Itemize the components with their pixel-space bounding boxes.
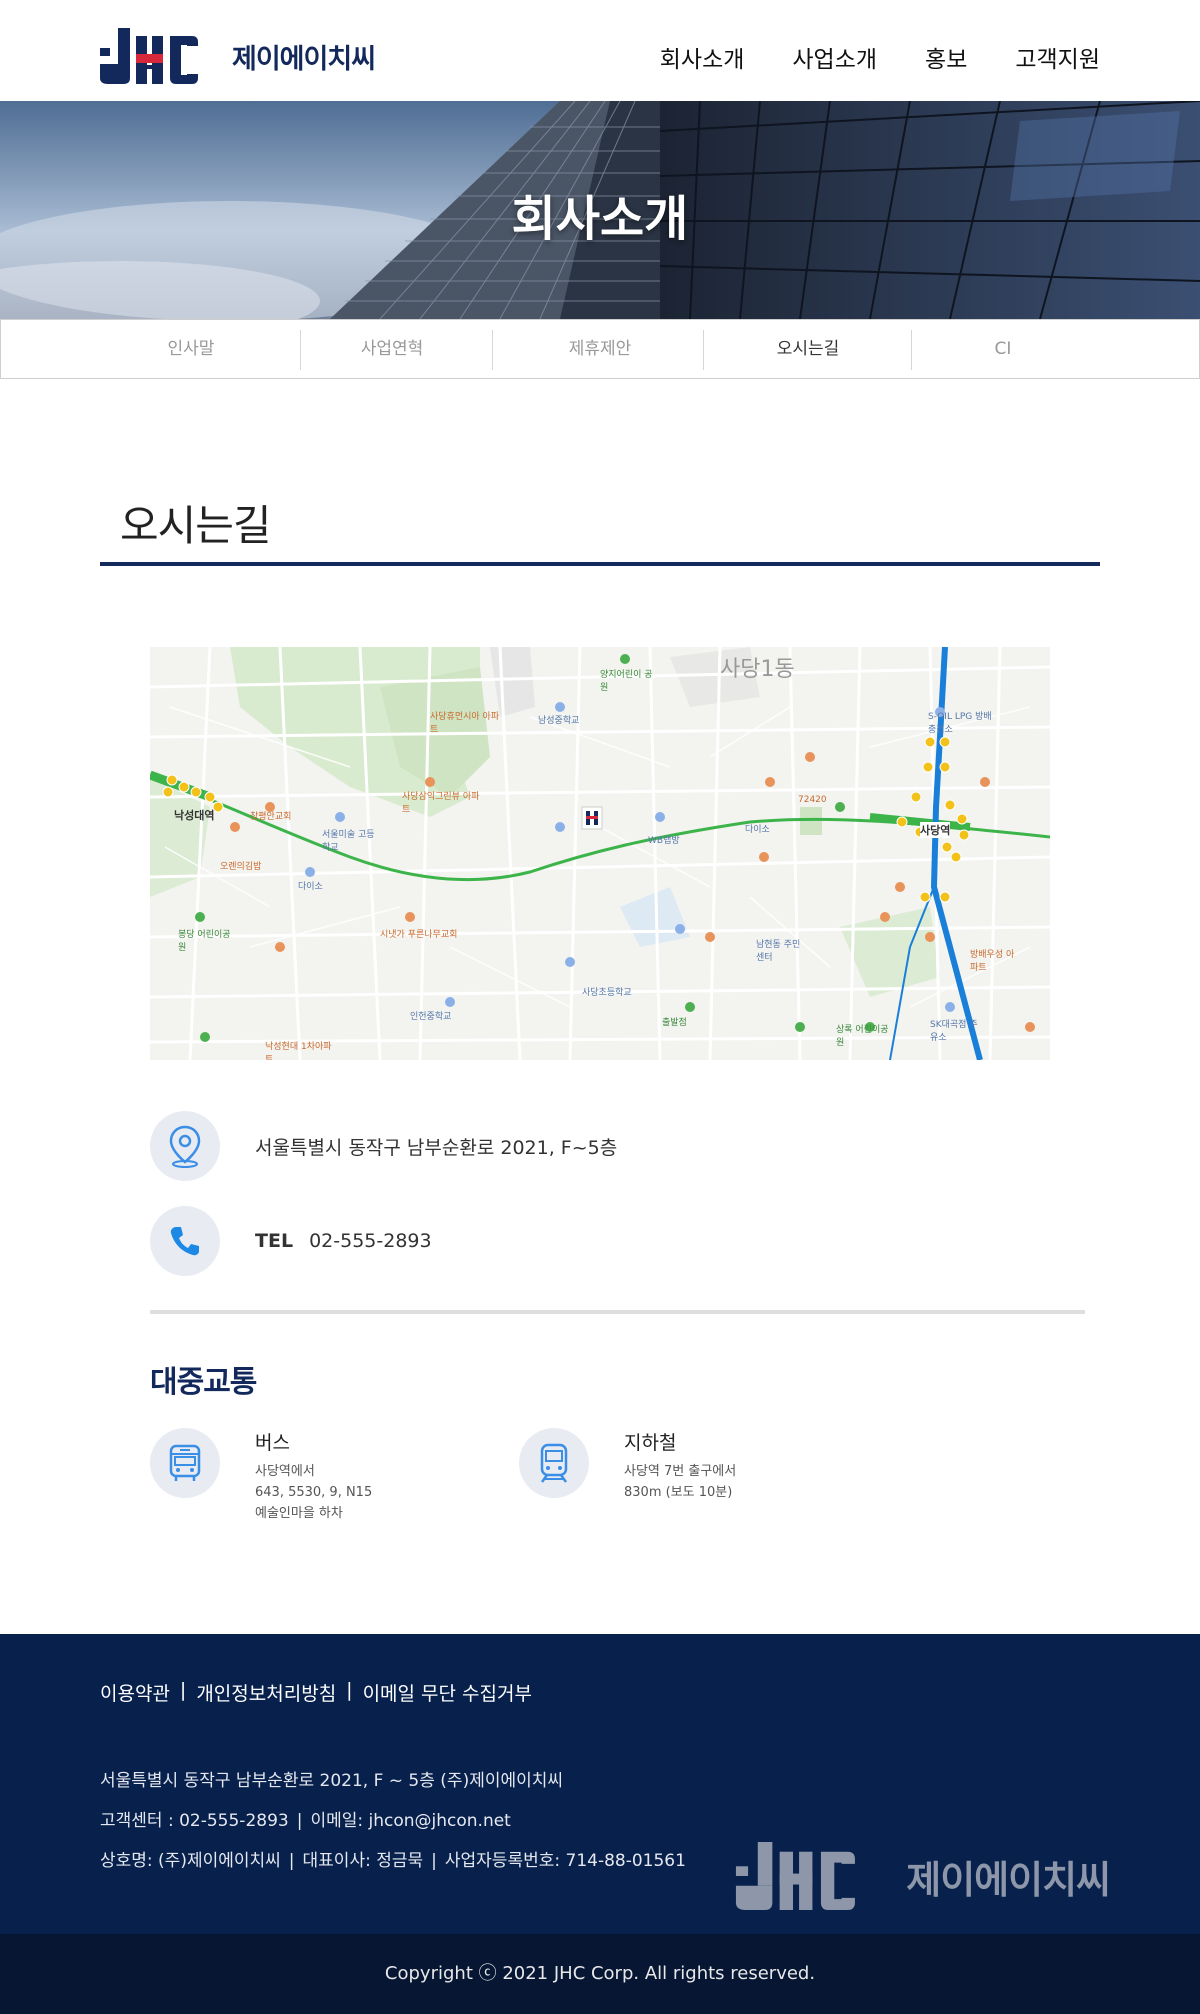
- phone-icon: [150, 1206, 220, 1276]
- copyright-bar: Copyright ⓒ 2021 JHC Corp. All rights re…: [0, 1934, 1200, 2014]
- subtab-ci[interactable]: CI: [923, 320, 1083, 378]
- map-label-poi: 낙성현대 1차아파트: [265, 1042, 332, 1060]
- map-label-poi: 사당휴먼시아 아파트: [430, 712, 500, 735]
- jhc-logo-mark-icon: [736, 1842, 856, 1910]
- footer-contact-line: 고객센터 : 02-555-2893 | 이메일: jhcon@jhcon.net: [100, 1801, 686, 1841]
- map-label-district: 사당1동: [720, 657, 795, 682]
- bus-info: 버스 사당역에서 643, 5530, 9, N15 예술인마을 하차: [150, 1428, 372, 1524]
- transit-title: 대중교통: [150, 1365, 257, 1400]
- site-footer: 이용약관 | 개인정보처리방침 | 이메일 무단 수집거부 서울특별시 동작구 …: [0, 1634, 1200, 1934]
- map-label-poi: 상록 어린이공원: [836, 1025, 889, 1048]
- footer-link-email-policy[interactable]: 이메일 무단 수집거부: [363, 1679, 532, 1706]
- map-pin-icon: [150, 1111, 220, 1181]
- map-label-poi: 72420: [798, 795, 827, 805]
- nav-business[interactable]: 사업소개: [792, 40, 877, 74]
- map-label-poi: 남현동 주민센터: [756, 940, 801, 963]
- map-label-poi: SK대곡점 주유소: [930, 1020, 978, 1043]
- footer-center: 고객센터 : 02-555-2893: [100, 1811, 289, 1831]
- hero-banner: 회사소개: [0, 101, 1200, 319]
- address-text: 서울특별시 동작구 남부순환로 2021, F~5층: [255, 1136, 618, 1159]
- footer-links: 이용약관 | 개인정보처리방침 | 이메일 무단 수집거부: [100, 1679, 532, 1706]
- footer-separator: |: [296, 1811, 303, 1831]
- tel-label: TEL: [255, 1230, 294, 1252]
- site-header: 제이에이치씨 회사소개 사업소개 홍보 고객지원: [0, 0, 1200, 101]
- subtab-partnership[interactable]: 제휴제안: [520, 320, 680, 378]
- map-canvas: [150, 647, 1050, 1060]
- map-label-poi: 봉당 어린이공원: [178, 930, 231, 953]
- map-label-station: 낙성대역: [174, 809, 215, 822]
- map-label-poi: 방배우성 아파트: [970, 950, 1015, 973]
- logo-text: 제이에이치씨: [232, 43, 376, 75]
- footer-separator: |: [431, 1851, 437, 1871]
- subway-detail-line: 830m (보도 10분): [624, 1485, 733, 1500]
- subway-info: 지하철 사당역 7번 출구에서 830m (보도 10분): [519, 1428, 736, 1503]
- map-label-poi: 사당삼익그린뷰 아파트: [402, 792, 480, 815]
- page-title: 오시는길: [120, 501, 272, 550]
- map-label-station: 사당역: [920, 822, 951, 838]
- map-label-poi: 참평안교회: [250, 812, 292, 822]
- subtab-greeting[interactable]: 인사말: [111, 320, 271, 378]
- footer-email: 이메일: jhcon@jhcon.net: [310, 1811, 511, 1831]
- map-label-poi: WB랩방: [648, 836, 680, 846]
- map-label-poi: 다이소: [745, 825, 770, 835]
- content-divider: [150, 1310, 1085, 1314]
- bus-detail-line: 예술인마을 하차: [255, 1506, 343, 1521]
- footer-company: 상호명: (주)제이에이치씨: [100, 1851, 281, 1871]
- footer-link-privacy[interactable]: 개인정보처리방침: [196, 1679, 336, 1706]
- address-row: 서울특별시 동작구 남부순환로 2021, F~5층: [150, 1111, 617, 1181]
- tel-text: TEL 02-555-2893: [255, 1230, 432, 1252]
- copyright-text: Copyright ⓒ 2021 JHC Corp. All rights re…: [384, 1963, 816, 1984]
- subtab-divider: [492, 330, 493, 370]
- subtab-divider: [703, 330, 704, 370]
- nav-support[interactable]: 고객지원: [1015, 40, 1100, 74]
- subway-title: 지하철: [624, 1432, 677, 1454]
- subtab-history[interactable]: 사업연혁: [312, 320, 472, 378]
- bus-detail-line: 643, 5530, 9, N15: [255, 1485, 373, 1500]
- footer-logo-text: 제이에이치씨: [906, 1857, 1111, 1902]
- map-label-poi: 인헌중학교: [410, 1012, 452, 1022]
- footer-ceo: 대표이사: 정금묵: [302, 1851, 424, 1871]
- footer-link-terms[interactable]: 이용약관: [100, 1679, 170, 1706]
- bus-icon: [150, 1428, 220, 1498]
- site-logo[interactable]: 제이에이치씨: [100, 28, 376, 84]
- subway-detail-line: 사당역 7번 출구에서: [624, 1464, 737, 1479]
- map-label-poi: 오렌의김밥: [220, 862, 262, 872]
- sub-tabs: 인사말 사업연혁 제휴제안 오시는길 CI: [0, 319, 1200, 379]
- hero-title: 회사소개: [511, 191, 689, 247]
- footer-link-separator: |: [179, 1679, 187, 1701]
- bus-detail-line: 사당역에서: [255, 1464, 315, 1479]
- map-label-poi: 서울미술 고등학교: [322, 830, 375, 853]
- footer-link-separator: |: [346, 1679, 353, 1701]
- title-divider: [100, 562, 1100, 566]
- footer-biz-line: 상호명: (주)제이에이치씨 | 대표이사: 정금묵 | 사업자등록번호: 714-88…: [100, 1841, 686, 1881]
- subtab-directions[interactable]: 오시는길: [728, 320, 888, 378]
- bus-title: 버스: [255, 1432, 290, 1454]
- map-label-poi: 출발점: [662, 1018, 687, 1028]
- nav-company[interactable]: 회사소개: [660, 40, 745, 74]
- footer-biz-number: 사업자등록번호: 714-88-01561: [444, 1851, 686, 1871]
- map-label-poi: 시냇가 푸른나무교회: [380, 930, 458, 940]
- map-label-poi: 다이소: [298, 882, 323, 892]
- footer-company-info: 서울특별시 동작구 남부순환로 2021, F ~ 5층 (주)제이에이치씨 고…: [100, 1761, 686, 1881]
- location-map[interactable]: 사당1동 낙성대역 사당역 참평안교회 서울미술 고등학교 다이소 다이소 봉당…: [150, 647, 1050, 1060]
- main-nav: 회사소개 사업소개 홍보 고객지원: [612, 40, 1100, 74]
- tel-number[interactable]: 02-555-2893: [309, 1230, 432, 1252]
- footer-address: 서울특별시 동작구 남부순환로 2021, F ~ 5층 (주)제이에이치씨: [100, 1771, 564, 1791]
- subtab-divider: [300, 330, 301, 370]
- map-label-poi: 남성중학교: [538, 716, 580, 726]
- tel-row: TEL 02-555-2893: [150, 1206, 432, 1276]
- map-label-poi: S-OIL LPG 방배충전소: [928, 712, 992, 735]
- jhc-logo-mark-icon: [100, 28, 222, 84]
- footer-logo: 제이에이치씨: [730, 1842, 1111, 1910]
- map-label-poi: 양지어린이 공원: [600, 670, 653, 693]
- subway-train-icon: [519, 1428, 589, 1498]
- subtab-divider: [911, 330, 912, 370]
- footer-separator: |: [288, 1851, 295, 1871]
- nav-pr[interactable]: 홍보: [925, 40, 967, 74]
- map-label-poi: 사당초등학교: [582, 988, 632, 998]
